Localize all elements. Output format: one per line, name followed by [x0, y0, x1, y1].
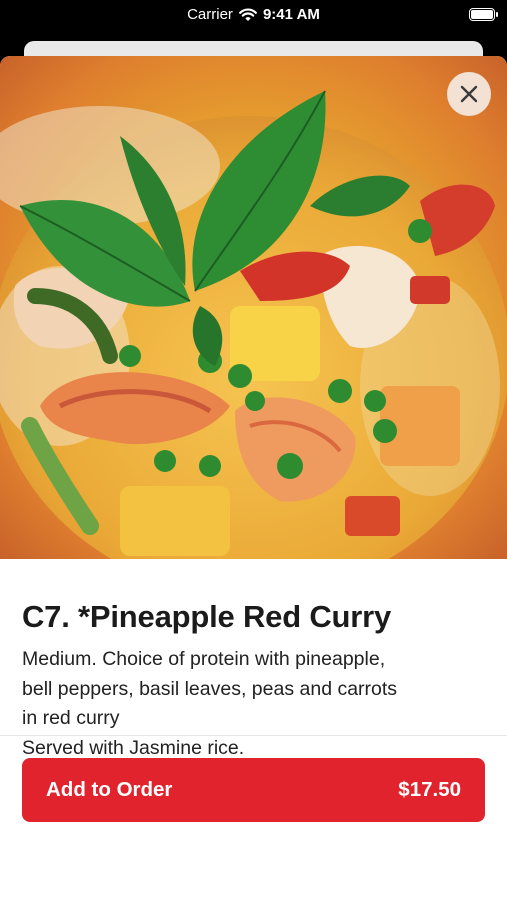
close-icon [460, 85, 478, 103]
clock-time: 9:41 AM [262, 6, 320, 23]
status-center: Carrier 9:41 AM [0, 6, 507, 23]
add-to-order-label: Add to Order [46, 778, 173, 801]
carrier-label: Carrier [187, 6, 233, 23]
dish-title: C7. *Pineapple Red Curry [22, 599, 392, 634]
close-button[interactable] [447, 72, 491, 116]
wifi-icon [239, 8, 257, 21]
battery-icon [469, 8, 498, 21]
item-price: $17.50 [398, 778, 461, 801]
add-to-order-button[interactable]: Add to Order $17.50 [22, 758, 485, 822]
dish-description: Medium. Choice of protein with pineapple… [22, 648, 398, 759]
footer-divider [0, 735, 507, 736]
dish-photo [0, 56, 507, 559]
status-bar: Carrier 9:41 AM [0, 0, 507, 34]
